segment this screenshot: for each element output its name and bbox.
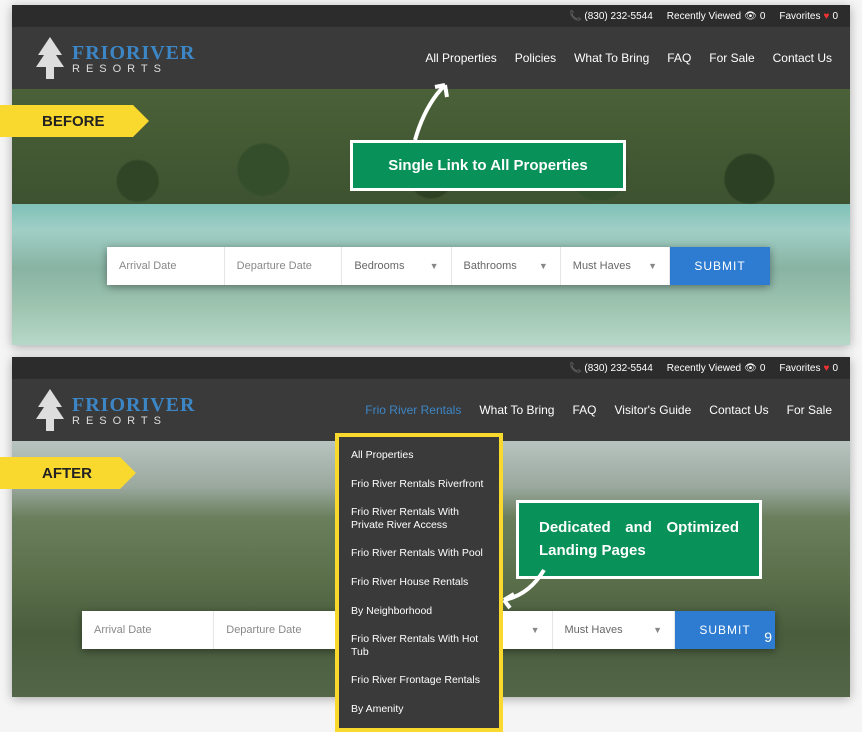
- dd-neighborhood[interactable]: By Neighborhood: [339, 597, 499, 626]
- after-label: AFTER: [0, 457, 120, 489]
- bedrooms-select[interactable]: Bedrooms▼: [342, 247, 451, 285]
- nav-policies[interactable]: Policies: [515, 51, 556, 65]
- dd-riverfront[interactable]: Frio River Rentals Riverfront: [339, 470, 499, 499]
- topbar: 📞(830) 232-5544 Recently Viewed 👁 0 Favo…: [12, 5, 850, 27]
- must-haves-select[interactable]: Must Haves▼: [553, 611, 676, 649]
- nav-all-properties[interactable]: All Properties: [425, 51, 496, 65]
- logo-sub: RESORTS: [72, 63, 195, 75]
- logo-tree-icon: [30, 387, 70, 433]
- departure-input[interactable]: Departure Date: [225, 247, 343, 285]
- logo[interactable]: FRIORIVER RESORTS: [30, 35, 195, 81]
- arrival-input[interactable]: Arrival Date: [82, 611, 214, 649]
- chevron-down-icon: ▼: [653, 625, 662, 635]
- chevron-down-icon: ▼: [539, 261, 548, 271]
- bathrooms-select[interactable]: Bathrooms▼: [452, 247, 561, 285]
- dd-private-access[interactable]: Frio River Rentals With Private River Ac…: [339, 498, 499, 539]
- submit-button[interactable]: SUBMIT: [675, 611, 775, 649]
- departure-input[interactable]: Departure Date: [214, 611, 346, 649]
- chevron-down-icon: ▼: [430, 261, 439, 271]
- dd-house-rentals[interactable]: Frio River House Rentals: [339, 568, 499, 597]
- nav-what-to-bring[interactable]: What To Bring: [574, 51, 649, 65]
- arrival-input[interactable]: Arrival Date: [107, 247, 225, 285]
- submit-button[interactable]: SUBMIT: [670, 247, 770, 285]
- arrow-icon: [494, 560, 554, 610]
- nav-contact[interactable]: Contact Us: [773, 51, 832, 65]
- nav-what-to-bring[interactable]: What To Bring: [479, 403, 554, 417]
- logo-tree-icon: [30, 35, 70, 81]
- search-bar: Arrival Date Departure Date Bedrooms▼ Ba…: [107, 247, 770, 285]
- recently-viewed[interactable]: Recently Viewed 👁 0: [667, 11, 766, 22]
- recently-viewed[interactable]: Recently Viewed 👁 0: [667, 363, 766, 374]
- phone-text: (830) 232-5544: [584, 363, 652, 374]
- nav-frio-rentals[interactable]: Frio River Rentals: [365, 403, 461, 417]
- nav-links: Frio River Rentals What To Bring FAQ Vis…: [365, 403, 832, 417]
- heart-icon: ♥: [824, 363, 830, 374]
- dd-pool[interactable]: Frio River Rentals With Pool: [339, 539, 499, 568]
- navbar: FRIORIVER RESORTS Frio River Rentals Wha…: [12, 379, 850, 441]
- nav-links: All Properties Policies What To Bring FA…: [425, 51, 832, 65]
- eye-icon: 👁: [744, 363, 757, 374]
- favorites[interactable]: Favorites ♥ 0: [779, 363, 838, 374]
- logo-brand: FRIORIVER: [72, 394, 195, 417]
- arrow-icon: [400, 75, 460, 145]
- chevron-down-icon: ▼: [531, 625, 540, 635]
- topbar: 📞(830) 232-5544 Recently Viewed 👁 0 Favo…: [12, 357, 850, 379]
- favorites[interactable]: Favorites ♥ 0: [779, 11, 838, 22]
- nav-for-sale[interactable]: For Sale: [709, 51, 754, 65]
- logo-brand: FRIORIVER: [72, 42, 195, 65]
- nav-for-sale[interactable]: For Sale: [787, 403, 832, 417]
- heart-icon: ♥: [824, 11, 830, 22]
- nav-visitors-guide[interactable]: Visitor's Guide: [615, 403, 692, 417]
- eye-icon: 👁: [744, 11, 757, 22]
- dropdown-menu: All Properties Frio River Rentals Riverf…: [335, 433, 503, 732]
- dd-hot-tub[interactable]: Frio River Rentals With Hot Tub: [339, 625, 499, 666]
- must-haves-select[interactable]: Must Haves▼: [561, 247, 670, 285]
- chevron-down-icon: ▼: [648, 261, 657, 271]
- phone-item[interactable]: 📞(830) 232-5544: [569, 11, 653, 22]
- page-number: 9: [764, 629, 772, 645]
- logo-sub: RESORTS: [72, 415, 195, 427]
- logo[interactable]: FRIORIVER RESORTS: [30, 387, 195, 433]
- phone-icon: 📞: [569, 363, 581, 374]
- nav-faq[interactable]: FAQ: [667, 51, 691, 65]
- callout-single-link: Single Link to All Properties: [350, 140, 626, 191]
- dd-amenity[interactable]: By Amenity: [339, 695, 499, 724]
- phone-icon: 📞: [569, 11, 581, 22]
- dd-frontage[interactable]: Frio River Frontage Rentals: [339, 666, 499, 695]
- phone-item[interactable]: 📞(830) 232-5544: [569, 363, 653, 374]
- phone-text: (830) 232-5544: [584, 11, 652, 22]
- nav-faq[interactable]: FAQ: [572, 403, 596, 417]
- before-label: BEFORE: [0, 105, 133, 137]
- dd-all-properties[interactable]: All Properties: [339, 441, 499, 470]
- nav-contact[interactable]: Contact Us: [709, 403, 768, 417]
